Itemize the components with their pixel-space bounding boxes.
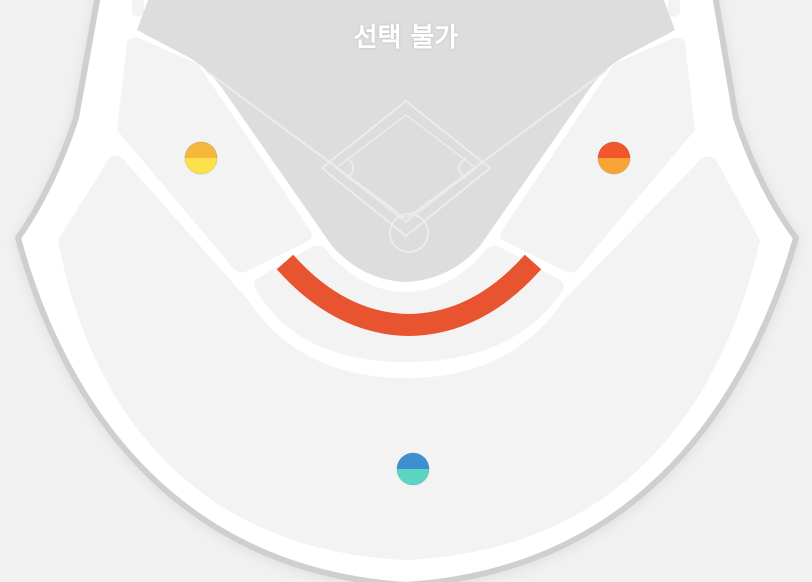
right-upper-zone-marker-icon[interactable] — [597, 141, 631, 175]
outfield-zone-marker-icon[interactable] — [396, 452, 430, 486]
stadium-seat-map — [14, 0, 800, 582]
left-top-strip[interactable] — [132, 0, 144, 17]
left-upper-zone-marker-icon[interactable] — [184, 141, 218, 175]
right-top-strip[interactable] — [668, 0, 680, 17]
